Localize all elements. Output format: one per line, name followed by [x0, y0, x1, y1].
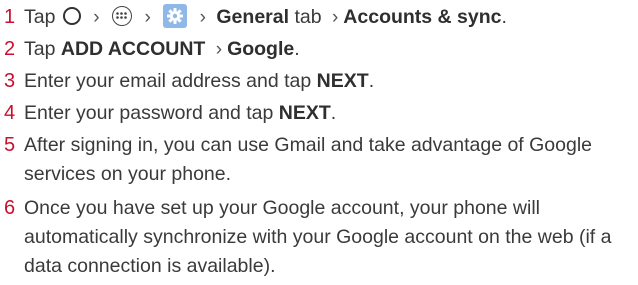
chevron-right-icon: › [199, 7, 206, 28]
period: . [294, 38, 300, 60]
home-circle-icon [62, 6, 81, 25]
step-number: 5 [4, 134, 16, 156]
step-text: Enter your email address and tap NEXT. [24, 66, 374, 96]
step-number: 6 [4, 197, 16, 219]
chevron-right-icon: › [93, 7, 100, 28]
step-text-pre: Enter your email address and tap [24, 70, 312, 92]
next-label: NEXT [316, 70, 369, 92]
step-text-line: automatically synchronize with your Goog… [24, 226, 612, 248]
google-label: Google [227, 38, 295, 60]
step-text-line: services on your phone. [24, 163, 232, 185]
step-text-line: After signing in, you can use Gmail and … [24, 134, 593, 156]
accounts-sync-label: Accounts & sync [343, 6, 502, 28]
step-number: 3 [4, 70, 16, 92]
step-text: Enter your password and tap NEXT. [24, 98, 336, 128]
chevron-right-icon: › [144, 7, 151, 28]
step-number: 2 [4, 38, 16, 60]
step-text-tap: Tap [24, 6, 56, 28]
next-label: NEXT [278, 102, 331, 124]
step-number: 4 [4, 102, 16, 124]
period: . [501, 6, 507, 28]
step-text-tab: tab [294, 6, 322, 28]
instruction-steps: 1 Tap › › › General tab › Accounts & syn… [0, 0, 638, 285]
general-tab-label: General [216, 6, 290, 28]
step-text-line: Once you have set up your Google account… [24, 197, 540, 219]
step-text-line: data connection is available). [24, 255, 276, 277]
step-number: 1 [4, 6, 16, 28]
step-text-pre: Enter your password and tap [24, 102, 274, 124]
period: . [368, 70, 375, 92]
chevron-right-icon: › [331, 7, 339, 28]
apps-grid-icon [112, 5, 133, 26]
settings-gear-icon [163, 3, 188, 28]
step-text: Tap › › › General tab › Accounts & sync. [24, 2, 507, 32]
step-text-tap: Tap [24, 38, 56, 60]
step-text: Tap ADD ACCOUNT › Google. [24, 34, 300, 64]
chevron-right-icon: › [215, 39, 223, 60]
add-account-label: ADD ACCOUNT [60, 38, 206, 60]
period: . [330, 102, 337, 124]
